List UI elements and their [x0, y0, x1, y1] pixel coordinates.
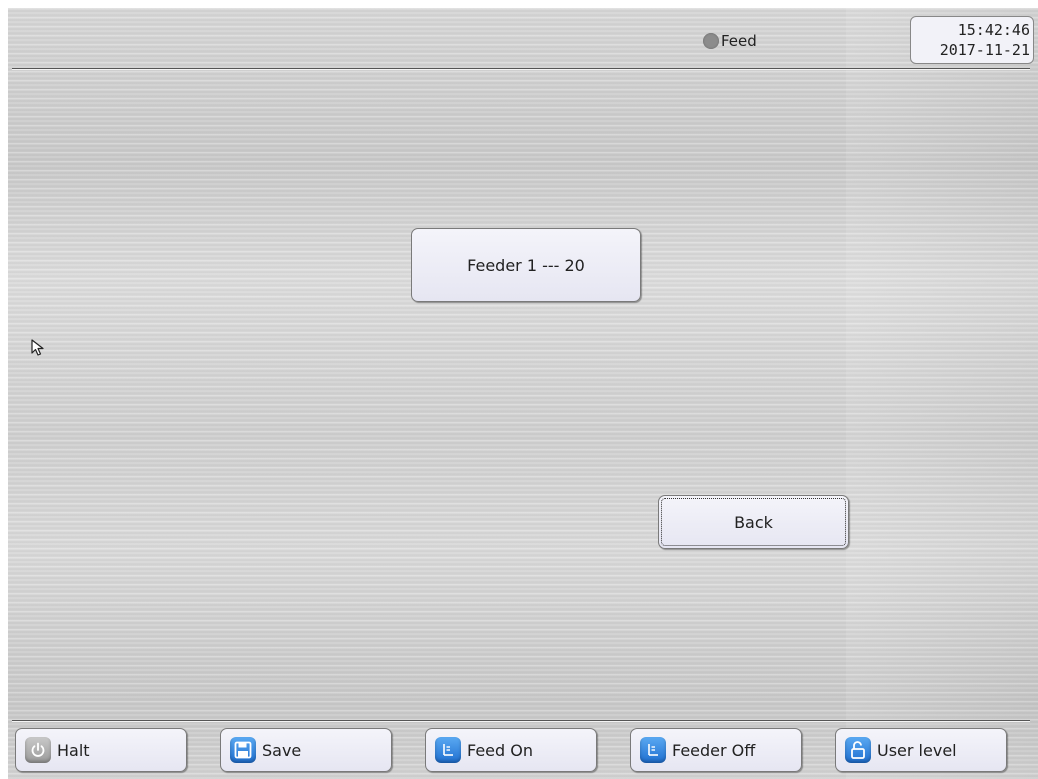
- feed-icon: [640, 737, 666, 763]
- feeder-off-button[interactable]: Feeder Off: [630, 728, 802, 772]
- feed-on-button[interactable]: Feed On: [425, 728, 597, 772]
- back-button[interactable]: Back: [658, 495, 849, 549]
- mouse-pointer-icon: [31, 339, 44, 356]
- back-button-label: Back: [734, 512, 773, 532]
- feed-status-label: Feed: [721, 32, 757, 50]
- datetime-display: 15:42:46 2017-11-21: [910, 16, 1034, 64]
- header-divider: [12, 68, 1030, 69]
- user-level-label: User level: [877, 740, 957, 760]
- halt-button[interactable]: Halt: [15, 728, 187, 772]
- halt-label: Halt: [57, 740, 90, 760]
- floppy-disk-icon: [230, 737, 256, 763]
- clock-date: 2017-11-21: [939, 41, 1030, 59]
- feed-icon: [435, 737, 461, 763]
- feeder-range-label: Feeder 1 --- 20: [467, 255, 585, 275]
- save-label: Save: [262, 740, 302, 760]
- power-icon: [25, 737, 51, 763]
- feed-status-indicator-icon: [703, 33, 719, 49]
- unlock-icon: [845, 737, 871, 763]
- hmi-screen: [8, 8, 1038, 779]
- toolbar-divider: [12, 720, 1030, 721]
- clock-time: 15:42:46: [957, 21, 1030, 39]
- save-button[interactable]: Save: [220, 728, 392, 772]
- feeder-off-label: Feeder Off: [672, 740, 756, 760]
- feed-on-label: Feed On: [467, 740, 533, 760]
- feeder-range-button[interactable]: Feeder 1 --- 20: [411, 228, 641, 302]
- user-level-button[interactable]: User level: [835, 728, 1007, 772]
